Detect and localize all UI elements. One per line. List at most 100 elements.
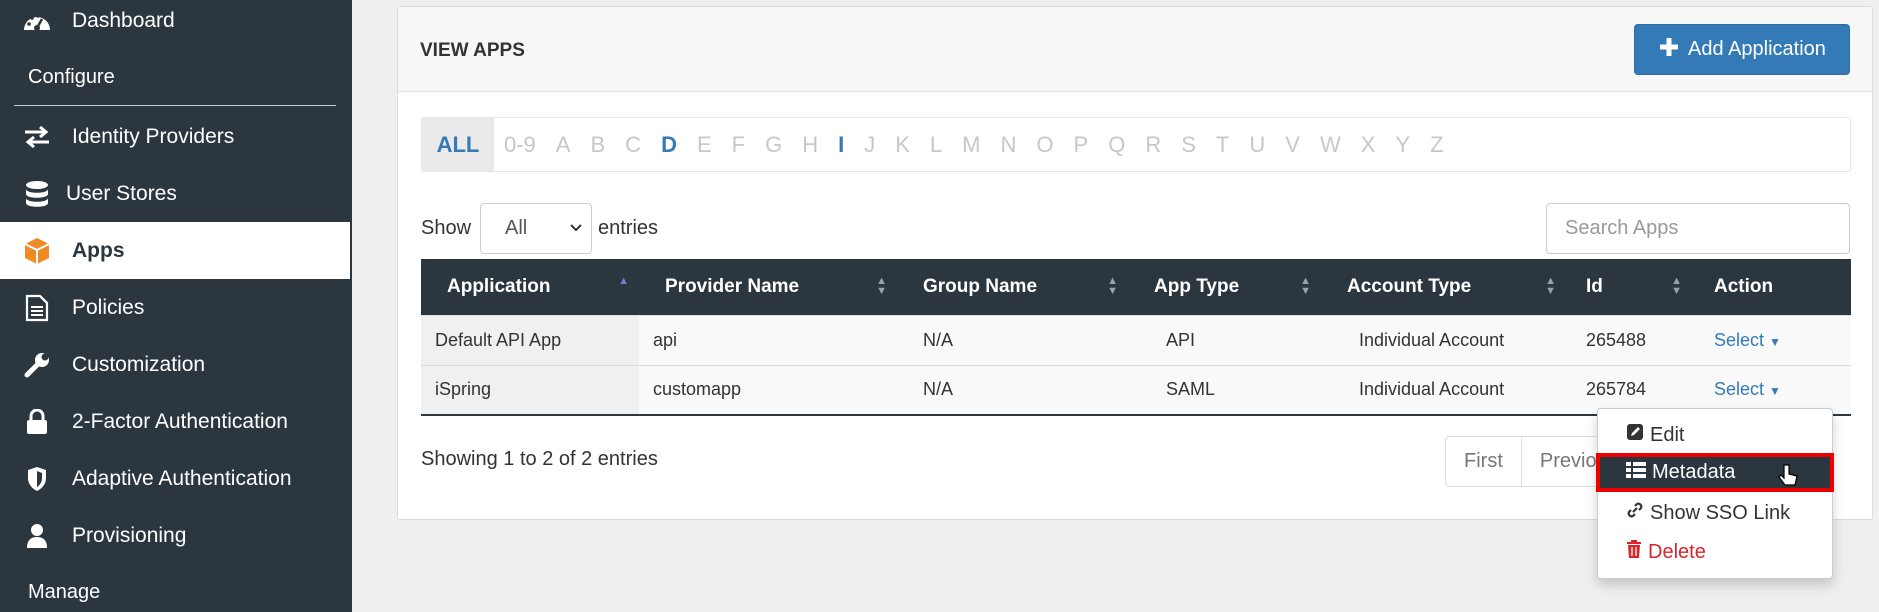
cell-account: Individual Account — [1321, 364, 1566, 416]
sidebar-item-2fa[interactable]: 2-Factor Authentication — [0, 393, 350, 450]
cell-group: N/A — [897, 364, 1128, 416]
alphabet-filter-j[interactable]: J — [854, 118, 885, 171]
pagination-first[interactable]: First — [1446, 437, 1522, 486]
sidebar-item-apps[interactable]: Apps — [0, 222, 350, 279]
menu-item-show-sso-link[interactable]: Show SSO Link — [1626, 501, 1790, 525]
menu-item-label: Show SSO Link — [1650, 501, 1791, 524]
sidebar-item-identity-providers[interactable]: Identity Providers — [0, 108, 350, 165]
column-label: App Type — [1154, 275, 1240, 297]
sidebar-item-label: 2-Factor Authentication — [72, 409, 288, 433]
cell-provider: api — [639, 314, 897, 365]
column-header-app-type[interactable]: App Type ▲ ▼ — [1128, 259, 1321, 315]
sidebar-item-label: Policies — [72, 295, 145, 319]
alphabet-filter-m[interactable]: M — [952, 118, 990, 171]
alphabet-filter-all[interactable]: ALL — [422, 118, 494, 171]
sidebar-item-label: Customization — [72, 352, 206, 376]
sidebar-item-customization[interactable]: Customization — [0, 336, 350, 393]
alphabet-filter-r[interactable]: R — [1135, 118, 1171, 171]
alphabet-filter-l[interactable]: L — [920, 118, 952, 171]
document-icon — [20, 293, 54, 323]
hand-cursor-icon — [1778, 463, 1798, 495]
alphabet-filter-n[interactable]: N — [991, 118, 1027, 171]
column-header-account-type[interactable]: Account Type ▲ ▼ — [1321, 259, 1566, 315]
page-title: VIEW APPS — [420, 40, 525, 61]
caret-down-icon: ▼ — [1769, 384, 1781, 399]
sort-icon: ▲ ▼ — [1671, 275, 1682, 297]
sidebar-item-adaptive-auth[interactable]: Adaptive Authentication — [0, 450, 350, 507]
alphabet-filter-p[interactable]: P — [1064, 118, 1099, 171]
add-application-label: Add Application — [1688, 38, 1826, 60]
alphabet-filter-c[interactable]: C — [615, 118, 651, 171]
cell-application: iSpring — [421, 364, 639, 416]
column-label: Application — [447, 275, 551, 297]
dashboard-icon — [20, 6, 54, 36]
menu-item-label: Metadata — [1652, 461, 1736, 483]
table-info: Showing 1 to 2 of 2 entries — [421, 448, 658, 470]
alphabet-filter-s[interactable]: S — [1171, 118, 1206, 171]
search-apps-input[interactable] — [1546, 203, 1850, 254]
alphabet-filter-h[interactable]: H — [792, 118, 828, 171]
column-header-provider-name[interactable]: Provider Name ▲ ▼ — [639, 259, 897, 315]
column-label: Action — [1714, 275, 1774, 297]
alphabet-filter-y[interactable]: Y — [1385, 118, 1420, 171]
sidebar-item-policies[interactable]: Policies — [0, 279, 350, 336]
column-header-id[interactable]: Id ▲ ▼ — [1566, 259, 1692, 315]
sort-icon: ▲ ▼ — [876, 275, 887, 297]
alphabet-filter-g[interactable]: G — [755, 118, 792, 171]
alphabet-filter-f[interactable]: F — [722, 118, 755, 171]
sort-icon: ▲ ▼ — [1300, 275, 1311, 297]
alphabet-filter-i[interactable]: I — [828, 118, 854, 171]
sidebar-item-provisioning[interactable]: Provisioning — [0, 507, 350, 564]
database-icon — [20, 179, 54, 209]
alphabet-filter-t[interactable]: T — [1206, 118, 1239, 171]
add-application-button[interactable]: Add Application — [1634, 24, 1850, 75]
alphabet-filter-o[interactable]: O — [1026, 118, 1063, 171]
column-label: Id — [1586, 275, 1603, 297]
alphabet-filter-q[interactable]: Q — [1098, 118, 1135, 171]
panel-header: VIEW APPS Add Application — [398, 7, 1872, 92]
cube-icon — [20, 236, 54, 266]
sidebar: Dashboard Configure Identity Providers U… — [0, 0, 352, 612]
select-link[interactable]: Select — [1714, 379, 1764, 399]
column-header-group-name[interactable]: Group Name ▲ ▼ — [897, 259, 1128, 315]
column-label: Group Name — [923, 275, 1038, 297]
edit-icon — [1626, 423, 1644, 447]
link-icon — [1626, 501, 1644, 525]
table-row: Default API App api N/A API Individual A… — [421, 314, 1851, 365]
menu-item-delete[interactable]: Delete — [1626, 540, 1706, 564]
alphabet-filter-w[interactable]: W — [1310, 118, 1351, 171]
section-configure: Configure — [28, 66, 115, 88]
alphabet-filter-x[interactable]: X — [1351, 118, 1386, 171]
plus-icon — [1658, 36, 1680, 64]
alphabet-filter-0-9[interactable]: 0-9 — [494, 118, 546, 171]
sidebar-item-label: Provisioning — [72, 523, 187, 547]
user-icon — [20, 521, 54, 551]
alphabet-filter-e[interactable]: E — [687, 118, 722, 171]
select-link[interactable]: Select — [1714, 330, 1764, 350]
trash-icon — [1626, 540, 1642, 564]
alphabet-filter-d[interactable]: D — [651, 118, 687, 171]
alphabet-filter-b[interactable]: B — [580, 118, 615, 171]
show-label: Show — [421, 217, 472, 239]
cell-account: Individual Account — [1321, 314, 1566, 365]
lock-icon — [20, 407, 54, 437]
sort-icon: ▲ ▼ — [1545, 275, 1556, 297]
alphabet-filter-k[interactable]: K — [885, 118, 920, 171]
column-label: Account Type — [1347, 275, 1472, 297]
cell-id: 265488 — [1566, 314, 1692, 365]
alphabet-filter-v[interactable]: V — [1275, 118, 1310, 171]
sidebar-item-dashboard[interactable]: Dashboard — [0, 0, 350, 49]
column-header-action: Action — [1692, 259, 1851, 315]
alphabet-filter-z[interactable]: Z — [1420, 118, 1453, 171]
sidebar-item-user-stores[interactable]: User Stores — [0, 165, 350, 222]
column-header-application[interactable]: Application ▲ — [421, 259, 639, 315]
menu-item-metadata[interactable]: Metadata — [1596, 453, 1834, 492]
cell-provider: customapp — [639, 364, 897, 416]
menu-item-edit[interactable]: Edit — [1626, 423, 1684, 447]
entries-length-select[interactable]: All — [480, 203, 592, 254]
alphabet-filter-u[interactable]: U — [1239, 118, 1275, 171]
sidebar-item-label: Adaptive Authentication — [72, 466, 292, 490]
alphabet-filter-a[interactable]: A — [546, 118, 581, 171]
cell-group: N/A — [897, 314, 1128, 365]
select-action-dropdown[interactable]: Select ▼ — [1692, 314, 1851, 365]
